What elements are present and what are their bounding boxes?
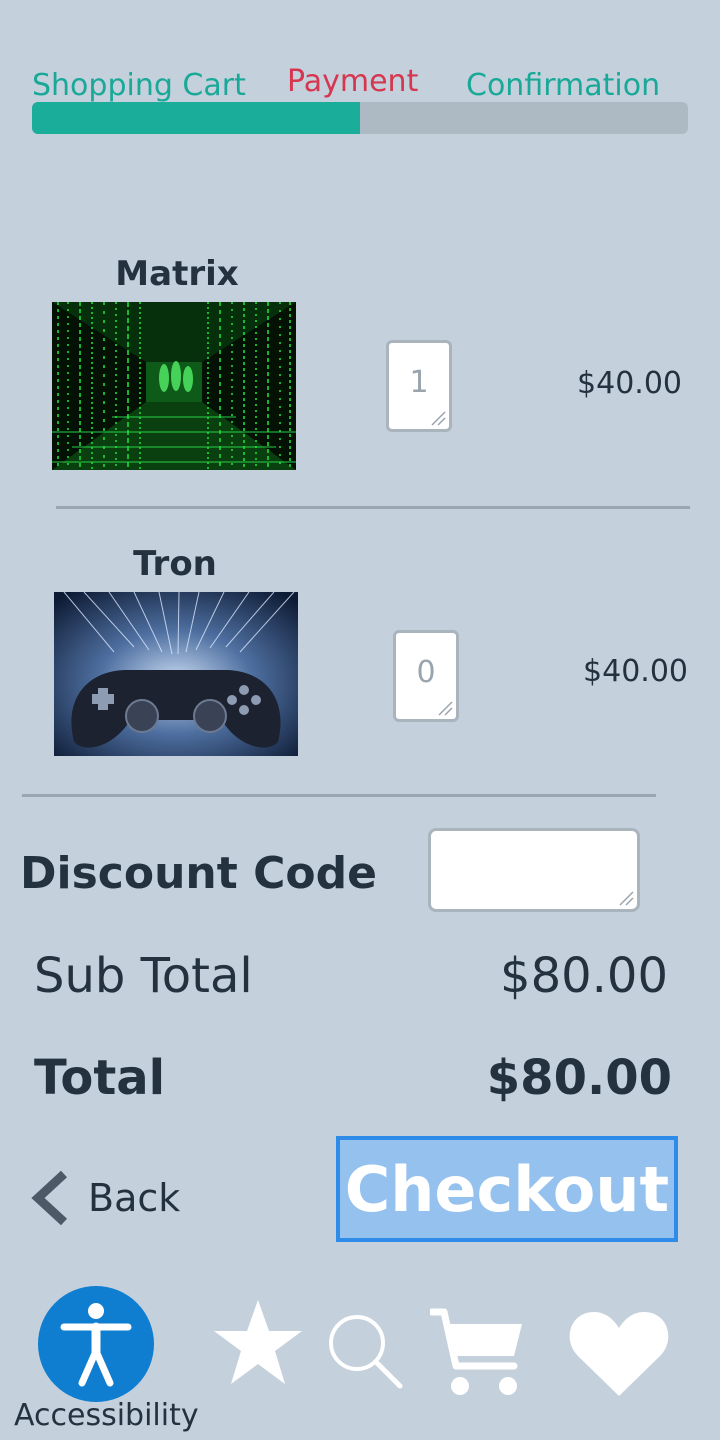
discount-code-input[interactable]	[428, 828, 640, 912]
total-value: $80.00	[486, 1050, 672, 1106]
item-price-matrix: $40.00	[577, 366, 682, 401]
item-title-matrix: Matrix	[115, 254, 239, 294]
step-shopping-cart[interactable]: Shopping Cart	[32, 68, 246, 103]
item-divider	[56, 506, 690, 509]
discount-code-label: Discount Code	[20, 848, 377, 899]
resize-grip-icon	[438, 701, 453, 716]
back-button[interactable]: Back	[30, 1170, 180, 1226]
progress-bar-fill	[32, 102, 360, 134]
resize-grip-icon	[431, 411, 446, 426]
star-icon[interactable]	[212, 1298, 304, 1386]
quantity-value: 1	[409, 365, 429, 400]
quantity-field-matrix[interactable]: 1	[386, 340, 452, 432]
chevron-left-icon	[31, 1170, 68, 1226]
tron-controller-image	[54, 592, 298, 756]
quantity-field-tron[interactable]: 0	[393, 630, 459, 722]
cart-divider	[22, 794, 656, 797]
item-title-tron: Tron	[133, 544, 217, 584]
checkout-button[interactable]: Checkout	[336, 1136, 678, 1242]
step-payment[interactable]: Payment	[287, 64, 418, 99]
checkout-label: Checkout	[344, 1152, 670, 1226]
item-price-tron: $40.00	[583, 654, 688, 689]
quantity-value: 0	[416, 655, 436, 690]
resize-grip-icon	[619, 891, 634, 906]
subtotal-label: Sub Total	[34, 948, 253, 1004]
total-label: Total	[34, 1050, 166, 1106]
back-label: Back	[88, 1176, 181, 1220]
step-confirmation[interactable]: Confirmation	[466, 68, 660, 103]
accessibility-button[interactable]	[38, 1286, 154, 1402]
accessibility-icon	[60, 1303, 132, 1387]
cart-icon[interactable]	[430, 1306, 526, 1398]
search-icon[interactable]	[326, 1312, 404, 1390]
heart-icon[interactable]	[568, 1310, 670, 1398]
progress-bar	[32, 102, 688, 134]
accessibility-label: Accessibility	[14, 1398, 199, 1433]
matrix-image	[52, 302, 296, 470]
subtotal-value: $80.00	[500, 948, 668, 1004]
